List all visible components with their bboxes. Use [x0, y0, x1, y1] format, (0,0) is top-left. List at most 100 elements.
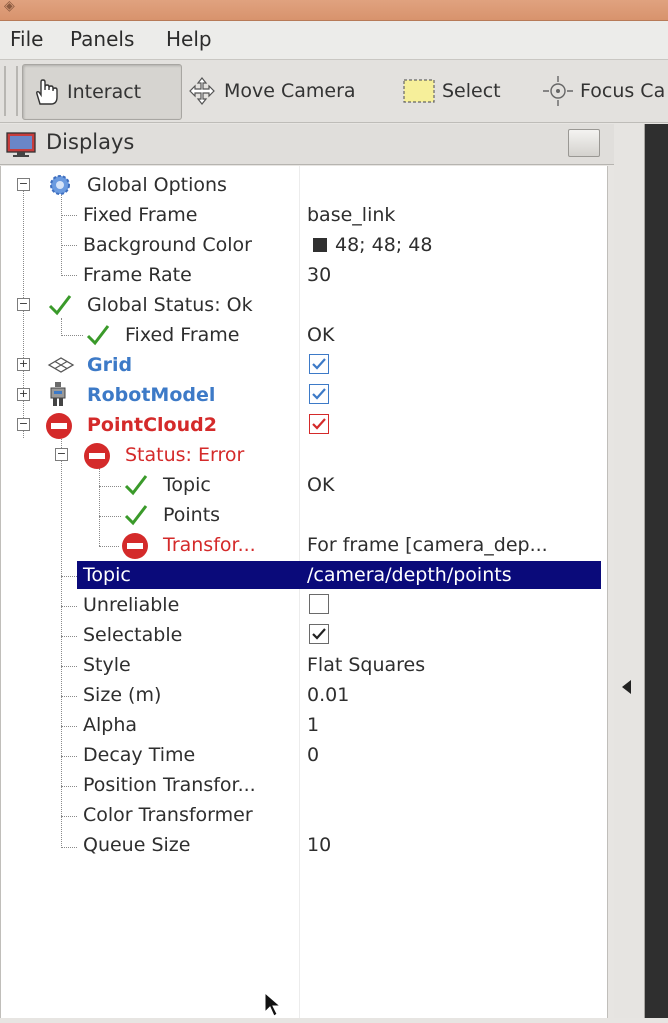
unreliable-label: Unreliable: [83, 594, 180, 616]
focus-camera-label: Focus Ca: [580, 80, 666, 102]
interact-button[interactable]: Interact: [22, 64, 182, 120]
tree-row-status-topic[interactable]: Topic OK: [1, 470, 605, 500]
status-topic-label: Topic: [163, 474, 211, 496]
tree-row-position-transformer[interactable]: Position Transfor...: [1, 770, 605, 800]
select-button[interactable]: Select: [402, 64, 501, 118]
tree-row-unreliable[interactable]: Unreliable: [1, 590, 605, 620]
tree-row-pointcloud2[interactable]: − PointCloud2: [1, 410, 605, 440]
collapse-arrow-icon[interactable]: [622, 680, 631, 694]
tree-row-topic-selected[interactable]: Topic /camera/depth/points: [77, 561, 601, 589]
tree-row-queue-size[interactable]: Queue Size 10: [1, 830, 605, 860]
gear-icon: [47, 172, 73, 203]
grid-icon: [47, 354, 75, 381]
collapse-toggle[interactable]: −: [17, 298, 30, 311]
check-icon: [85, 322, 111, 353]
status-fixed-frame-label: Fixed Frame: [125, 324, 240, 346]
interact-label: Interact: [67, 81, 142, 103]
panel-undock-button[interactable]: [568, 129, 600, 157]
move-camera-label: Move Camera: [224, 80, 356, 102]
select-rect-icon: [402, 77, 436, 105]
expand-toggle[interactable]: +: [17, 358, 30, 371]
decay-time-value[interactable]: 0: [307, 744, 319, 766]
check-icon: [47, 292, 73, 323]
displays-tree: − Global Options Fixed Frame base_link B…: [0, 166, 608, 1018]
tree-row-alpha[interactable]: Alpha 1: [1, 710, 605, 740]
tree-row-grid[interactable]: + Grid: [1, 350, 605, 380]
topic-value[interactable]: /camera/depth/points: [307, 564, 512, 586]
style-value[interactable]: Flat Squares: [307, 654, 425, 676]
monitor-icon: [6, 132, 36, 163]
decay-time-label: Decay Time: [83, 744, 196, 766]
alpha-value[interactable]: 1: [307, 714, 319, 736]
color-transformer-label: Color Transformer: [83, 804, 253, 826]
tree-row-robot-model[interactable]: + RobotModel: [1, 380, 605, 410]
fixed-frame-value[interactable]: base_link: [307, 204, 395, 226]
menu-panels[interactable]: Panels: [70, 27, 134, 51]
tree-row-selectable[interactable]: Selectable: [1, 620, 605, 650]
pointcloud2-label: PointCloud2: [87, 414, 217, 436]
displays-panel-header: Displays: [0, 124, 614, 165]
right-pane: [614, 124, 668, 1018]
style-label: Style: [83, 654, 131, 676]
status-transform-label: Transfor...: [163, 534, 256, 556]
tree-row-global-status[interactable]: − Global Status: Ok: [1, 290, 605, 320]
move-camera-button[interactable]: Move Camera: [186, 64, 356, 118]
check-icon: [123, 472, 149, 503]
collapse-toggle[interactable]: −: [55, 448, 68, 461]
tree-row-global-options[interactable]: − Global Options: [1, 170, 605, 200]
menu-help[interactable]: Help: [166, 27, 212, 51]
mouse-cursor-icon: [264, 991, 282, 1023]
tree-row-background-color[interactable]: Background Color 48; 48; 48: [1, 230, 605, 260]
frame-rate-value[interactable]: 30: [307, 264, 331, 286]
select-label: Select: [442, 80, 501, 102]
robot-model-label: RobotModel: [87, 384, 216, 406]
grid-enabled-checkbox[interactable]: [309, 354, 329, 374]
status-topic-value: OK: [307, 474, 335, 496]
tree-row-fixed-frame[interactable]: Fixed Frame base_link: [1, 200, 605, 230]
collapse-toggle[interactable]: −: [17, 178, 30, 191]
status-error-label: Status: Error: [125, 444, 245, 466]
status-fixed-frame-value: OK: [307, 324, 335, 346]
tree-row-size[interactable]: Size (m) 0.01: [1, 680, 605, 710]
tree-row-status-transform[interactable]: Transfor... For frame [camera_dep...: [1, 530, 605, 560]
tree-row-decay-time[interactable]: Decay Time 0: [1, 740, 605, 770]
hand-icon: [31, 77, 61, 107]
toolbar-grip[interactable]: [4, 66, 18, 116]
tree-line: [61, 576, 77, 577]
color-swatch[interactable]: [313, 238, 327, 252]
fixed-frame-label: Fixed Frame: [83, 204, 198, 226]
tree-row-style[interactable]: Style Flat Squares: [1, 650, 605, 680]
move-arrows-icon: [186, 76, 218, 106]
size-value[interactable]: 0.01: [307, 684, 349, 706]
tree-row-color-transformer[interactable]: Color Transformer: [1, 800, 605, 830]
collapse-toggle[interactable]: −: [17, 418, 30, 431]
focus-camera-button[interactable]: Focus Ca: [542, 64, 665, 118]
global-options-label: Global Options: [87, 174, 227, 196]
tool-bar: Interact Move Camera Select Focus Ca: [0, 60, 668, 123]
menu-file[interactable]: File: [10, 27, 43, 51]
pointcloud2-enabled-checkbox[interactable]: [309, 414, 329, 434]
queue-size-value[interactable]: 10: [307, 834, 331, 856]
tree-row-status-points[interactable]: Points: [1, 500, 605, 530]
background-color-value: 48; 48; 48: [335, 234, 433, 256]
displays-panel-title: Displays: [46, 130, 135, 154]
robot-model-enabled-checkbox[interactable]: [309, 384, 329, 404]
focus-target-icon: [542, 75, 574, 107]
tree-row-frame-rate[interactable]: Frame Rate 30: [1, 260, 605, 290]
position-transformer-label: Position Transfor...: [83, 774, 256, 796]
background-color-field[interactable]: 48; 48; 48: [313, 234, 432, 256]
window-menu-icon[interactable]: ◈: [4, 0, 15, 14]
topic-label: Topic: [83, 564, 131, 586]
background-color-label: Background Color: [83, 234, 252, 256]
status-transform-value: For frame [camera_dep...: [307, 534, 548, 556]
expand-toggle[interactable]: +: [17, 388, 30, 401]
tree-row-status-fixed-frame[interactable]: Fixed Frame OK: [1, 320, 605, 350]
tree-row-status-error[interactable]: − Status: Error: [1, 440, 605, 470]
render-viewport[interactable]: [645, 124, 668, 1018]
queue-size-label: Queue Size: [83, 834, 191, 856]
panel-splitter[interactable]: [614, 124, 645, 1018]
selectable-checkbox[interactable]: [309, 624, 329, 644]
size-label: Size (m): [83, 684, 162, 706]
unreliable-checkbox[interactable]: [309, 594, 329, 614]
window-title-bar: ◈: [0, 0, 668, 21]
